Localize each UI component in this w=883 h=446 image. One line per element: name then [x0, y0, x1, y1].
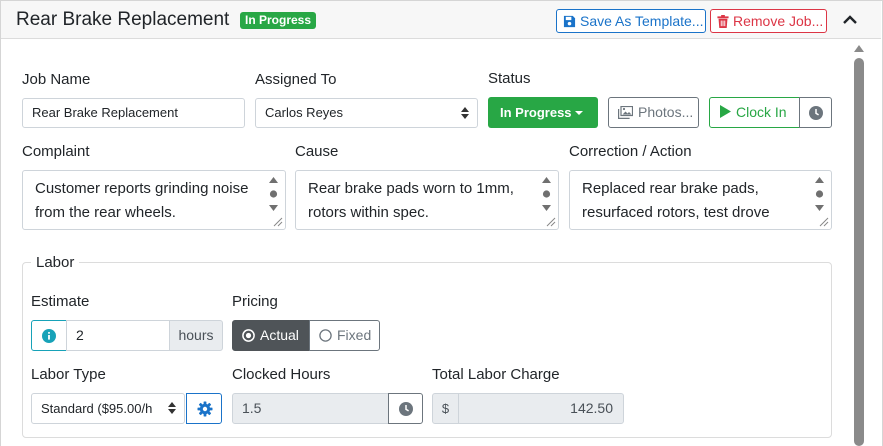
textarea-scroll-arrows-icon[interactable] [815, 176, 824, 212]
scrollbar-thumb[interactable] [854, 58, 864, 446]
job-name-label: Job Name [22, 71, 91, 88]
job-card-header: Rear Brake Replacement In Progress Save … [1, 1, 881, 39]
assigned-to-label: Assigned To [255, 71, 337, 88]
select-arrows-icon [168, 402, 176, 414]
correction-textarea[interactable]: Replaced rear brake pads, resurfaced rot… [569, 170, 832, 230]
gear-icon [197, 401, 213, 417]
status-dropdown-button[interactable]: In Progress [488, 97, 598, 128]
total-labor-charge-field: 142.50 [458, 393, 624, 424]
estimate-input[interactable]: 2 [66, 320, 170, 351]
images-icon [618, 105, 634, 119]
labor-type-value: Standard ($95.00/h [41, 401, 153, 416]
clocked-hours-field: 1.5 [232, 393, 389, 424]
caret-down-icon [574, 111, 583, 115]
save-as-template-label: Save As Template... [580, 13, 704, 29]
correction-text: Replaced rear brake pads, resurfaced rot… [582, 180, 770, 221]
status-dropdown-label: In Progress [500, 105, 572, 120]
resize-grip-icon[interactable] [818, 216, 829, 227]
remove-job-button[interactable]: Remove Job... [710, 9, 827, 33]
radio-unchecked-icon [319, 329, 332, 342]
photos-label: Photos... [638, 104, 694, 120]
clock-in-label: Clock In [736, 104, 787, 120]
job-title: Rear Brake Replacement [16, 9, 230, 30]
complaint-label: Complaint [22, 143, 90, 160]
pricing-fixed-label: Fixed [337, 327, 372, 343]
save-as-template-button[interactable]: Save As Template... [556, 9, 706, 33]
total-labor-charge-label: Total Labor Charge [432, 366, 560, 383]
resize-grip-icon[interactable] [545, 216, 556, 227]
select-arrows-icon [461, 107, 469, 119]
pricing-actual-option[interactable]: Actual [232, 320, 310, 351]
pricing-actual-label: Actual [260, 327, 299, 343]
currency-symbol: $ [432, 393, 459, 424]
chevron-up-icon[interactable] [841, 11, 859, 29]
status-badge: In Progress [240, 12, 317, 29]
clocked-hours-history-button[interactable] [388, 393, 423, 424]
job-name-input[interactable]: Rear Brake Replacement [22, 98, 245, 128]
estimate-label: Estimate [31, 293, 90, 310]
complaint-text: Customer reports grinding noise from the… [35, 180, 249, 221]
textarea-scroll-arrows-icon[interactable] [269, 176, 278, 212]
pricing-label: Pricing [232, 293, 278, 310]
correction-label: Correction / Action [569, 143, 692, 160]
save-icon [563, 15, 576, 28]
textarea-scroll-arrows-icon[interactable] [542, 176, 551, 212]
play-icon [720, 105, 731, 118]
resize-grip-icon[interactable] [272, 216, 283, 227]
complaint-textarea[interactable]: Customer reports grinding noise from the… [22, 170, 286, 230]
estimate-unit: hours [169, 320, 223, 351]
pricing-fixed-option[interactable]: Fixed [309, 320, 380, 351]
info-icon [42, 329, 56, 343]
time-history-button[interactable] [799, 97, 832, 128]
labor-type-select[interactable]: Standard ($95.00/h [31, 393, 185, 424]
cause-text: Rear brake pads worn to 1mm, rotors with… [308, 180, 514, 221]
photos-button[interactable]: Photos... [608, 97, 699, 128]
cause-label: Cause [295, 143, 339, 160]
status-label: Status [488, 70, 531, 87]
remove-job-label: Remove Job... [733, 13, 824, 29]
scroll-up-arrow-icon[interactable] [854, 44, 864, 52]
clock-in-button[interactable]: Clock In [709, 97, 800, 128]
labor-rates-settings-button[interactable] [186, 393, 222, 424]
clock-icon [399, 402, 413, 416]
cause-textarea[interactable]: Rear brake pads worn to 1mm, rotors with… [295, 170, 559, 230]
labor-type-label: Labor Type [31, 366, 106, 383]
assigned-to-select[interactable]: Carlos Reyes [255, 98, 478, 128]
radio-checked-icon [242, 329, 255, 342]
assigned-to-value: Carlos Reyes [265, 105, 344, 120]
clocked-hours-label: Clocked Hours [232, 366, 331, 383]
trash-icon [717, 15, 729, 28]
labor-legend: Labor [31, 254, 80, 271]
clock-icon [809, 106, 823, 120]
estimate-info-button[interactable] [31, 320, 67, 351]
